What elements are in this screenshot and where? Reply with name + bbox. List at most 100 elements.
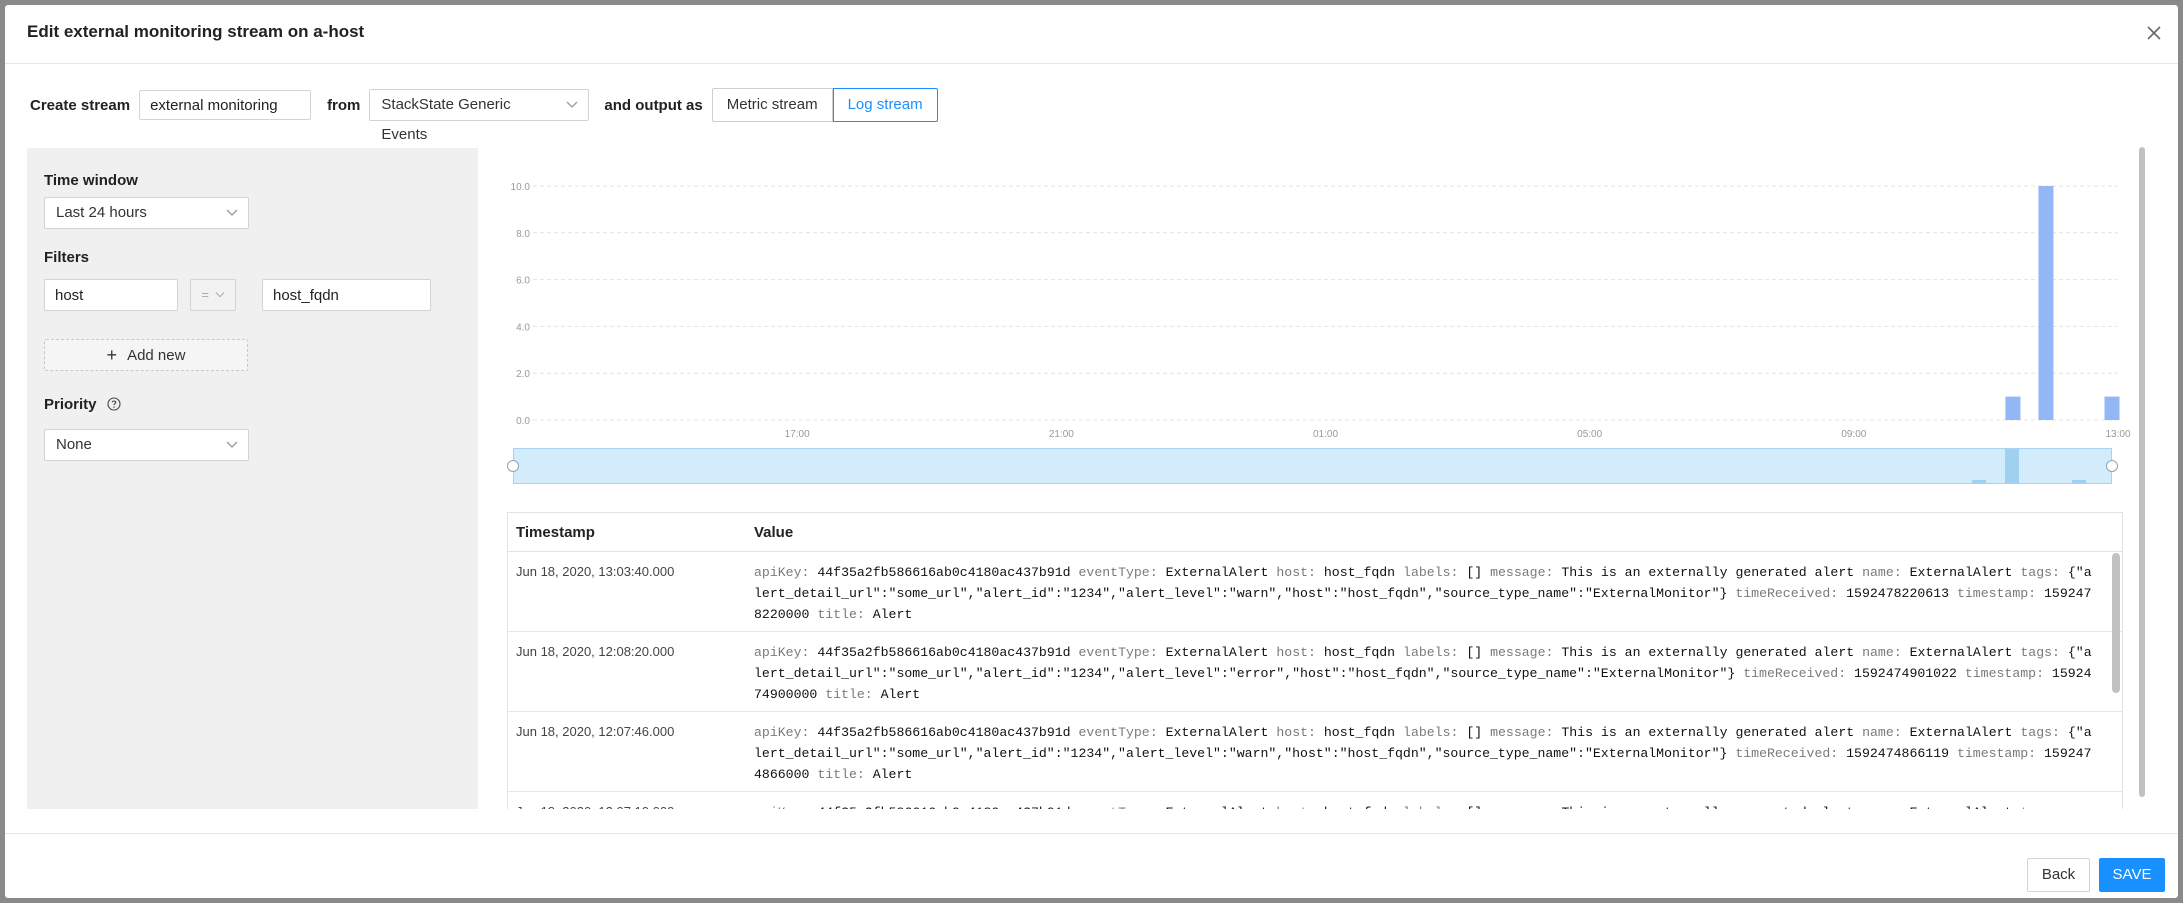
- value-column-header: Value: [754, 524, 794, 541]
- row-timestamp: Jun 18, 2020, 12:08:20.000: [516, 644, 675, 659]
- field-value: ExternalAlert: [1909, 565, 2013, 580]
- time-window-label: Time window: [44, 172, 138, 189]
- field-value: 1592474901022: [1854, 666, 1957, 681]
- navigator-bar: [2005, 449, 2020, 483]
- field-value: 44f35a2fb586616ab0c4180ac437b91d: [817, 725, 1071, 740]
- y-tick-label: 2.0: [516, 369, 530, 380]
- chart-bar: [2104, 396, 2120, 420]
- field-key: timeReceived:: [1735, 586, 1839, 601]
- source-select-value: StackState Generic Events: [381, 96, 511, 143]
- source-select[interactable]: StackState Generic Events: [369, 89, 590, 143]
- priority-value: None: [56, 436, 92, 453]
- field-value: This is an externally generated alert: [1561, 725, 1855, 740]
- add-filter-button[interactable]: + Add new: [44, 339, 248, 371]
- metric-stream-button[interactable]: Metric stream: [711, 88, 833, 122]
- row-value: apiKey: 44f35a2fb586616ab0c4180ac437b91d…: [754, 722, 2094, 785]
- table-row[interactable]: Jun 18, 2020, 12:07:10.000 apiKey: 44f35a…: [508, 792, 2122, 809]
- output-type-toggle: Metric stream Log stream: [711, 88, 938, 122]
- stream-name-input[interactable]: [139, 90, 312, 120]
- dialog-header: Edit external monitoring stream on a-hos…: [5, 5, 2178, 64]
- field-key: apiKey:: [754, 565, 810, 580]
- y-tick-label: 0.0: [516, 416, 530, 427]
- timestamp-column-header: Timestamp: [516, 524, 595, 541]
- filter-value-input[interactable]: [262, 279, 431, 311]
- navigator-right-handle[interactable]: [2106, 460, 2118, 472]
- field-key: name:: [1862, 805, 1902, 809]
- field-value: ExternalAlert: [1910, 805, 2013, 809]
- filters-panel: Time window Last 24 hours Filters = + Ad…: [27, 148, 478, 809]
- field-key: name:: [1862, 565, 1902, 580]
- row-timestamp: Jun 18, 2020, 12:07:10.000: [516, 804, 674, 809]
- field-key: message:: [1490, 725, 1554, 740]
- field-key: message:: [1490, 645, 1554, 660]
- filter-key-input[interactable]: [44, 279, 178, 311]
- field-value: 1592474866119: [1846, 746, 1950, 761]
- time-window-select[interactable]: Last 24 hours: [44, 197, 249, 229]
- log-table-scrollbar[interactable]: [2112, 553, 2120, 693]
- x-tick-label: 21:00: [1049, 429, 1074, 440]
- field-key: name:: [1862, 725, 1902, 740]
- x-tick-label: 13:00: [2105, 429, 2130, 440]
- chevron-down-icon: [226, 209, 238, 216]
- log-rows: Jun 18, 2020, 13:03:40.000 apiKey: 44f35a…: [508, 552, 2122, 809]
- field-key: host:: [1276, 645, 1316, 660]
- field-key: labels:: [1403, 805, 1458, 809]
- field-value: []: [1466, 565, 1483, 580]
- chart-bar: [2038, 186, 2054, 420]
- edit-stream-dialog: Edit external monitoring stream on a-hos…: [5, 5, 2178, 898]
- row-value: apiKey: 44f35a2fb586616ab0c4180ac437b91d…: [754, 802, 2094, 809]
- filters-label: Filters: [44, 249, 90, 266]
- field-value: Alert: [872, 607, 913, 622]
- add-new-label: Add new: [127, 346, 186, 364]
- field-value: 44f35a2fb586616ab0c4180ac437b91d: [817, 645, 1071, 660]
- y-tick-label: 10.0: [511, 182, 531, 193]
- field-key: host:: [1276, 725, 1316, 740]
- close-icon[interactable]: [2142, 21, 2166, 45]
- save-button[interactable]: SAVE: [2099, 858, 2165, 892]
- field-value: host_fqdn: [1323, 725, 1396, 740]
- filter-operator-select[interactable]: =: [190, 279, 236, 311]
- time-range-navigator[interactable]: [507, 448, 2118, 484]
- preview-scrollbar-thumb[interactable]: [2139, 147, 2145, 797]
- back-button[interactable]: Back: [2027, 858, 2090, 892]
- field-value: ExternalAlert: [1165, 725, 1269, 740]
- preview-scrollbar[interactable]: [2137, 147, 2147, 802]
- navigator-bar: [2072, 479, 2086, 483]
- field-key: message:: [1490, 565, 1554, 580]
- field-key: message:: [1490, 805, 1553, 809]
- field-key: eventType:: [1078, 725, 1158, 740]
- create-stream-label: Create stream: [30, 96, 131, 114]
- field-key: title:: [817, 767, 865, 782]
- x-tick-label: 01:00: [1313, 429, 1338, 440]
- field-value: 1592478220613: [1846, 586, 1950, 601]
- priority-select[interactable]: None: [44, 429, 249, 461]
- field-value: 44f35a2fb586616ab0c4180ac437b91d: [817, 805, 1070, 809]
- field-key: eventType:: [1078, 565, 1158, 580]
- field-key: labels:: [1403, 645, 1459, 660]
- field-value: ExternalAlert: [1165, 565, 1269, 580]
- field-key: host:: [1276, 805, 1316, 809]
- chevron-down-icon: [215, 292, 224, 298]
- table-row[interactable]: Jun 18, 2020, 12:07:46.000 apiKey: 44f35a…: [508, 712, 2122, 792]
- field-value: This is an externally generated alert: [1561, 805, 1854, 809]
- field-value: []: [1466, 725, 1483, 740]
- priority-heading: Priority: [44, 396, 121, 413]
- output-as-label: and output as: [604, 96, 703, 114]
- y-tick-label: 6.0: [516, 276, 530, 287]
- field-value: []: [1466, 645, 1483, 660]
- filter-operator-value: =: [201, 287, 209, 302]
- x-tick-label: 09:00: [1841, 429, 1866, 440]
- dialog-footer: Back SAVE: [5, 833, 2178, 898]
- field-value: host_fqdn: [1323, 645, 1396, 660]
- log-stream-button[interactable]: Log stream: [832, 88, 938, 122]
- chart-bar: [2005, 396, 2021, 420]
- preview-panel: 0.0 2.0 4.0 6.0 8.0 10.0 17:00 21:00 01:00 05:00 0…: [484, 148, 2157, 809]
- table-row[interactable]: Jun 18, 2020, 12:08:20.000 apiKey: 44f35a…: [508, 632, 2122, 712]
- field-value: ExternalAlert: [1166, 805, 1269, 809]
- help-icon[interactable]: [107, 397, 121, 411]
- table-row[interactable]: Jun 18, 2020, 13:03:40.000 apiKey: 44f35a…: [508, 552, 2122, 632]
- navigator-bar: [1972, 479, 1987, 483]
- field-key: timestamp:: [1964, 666, 2044, 681]
- field-key: timestamp:: [1956, 746, 2037, 761]
- navigator-left-handle[interactable]: [507, 460, 519, 472]
